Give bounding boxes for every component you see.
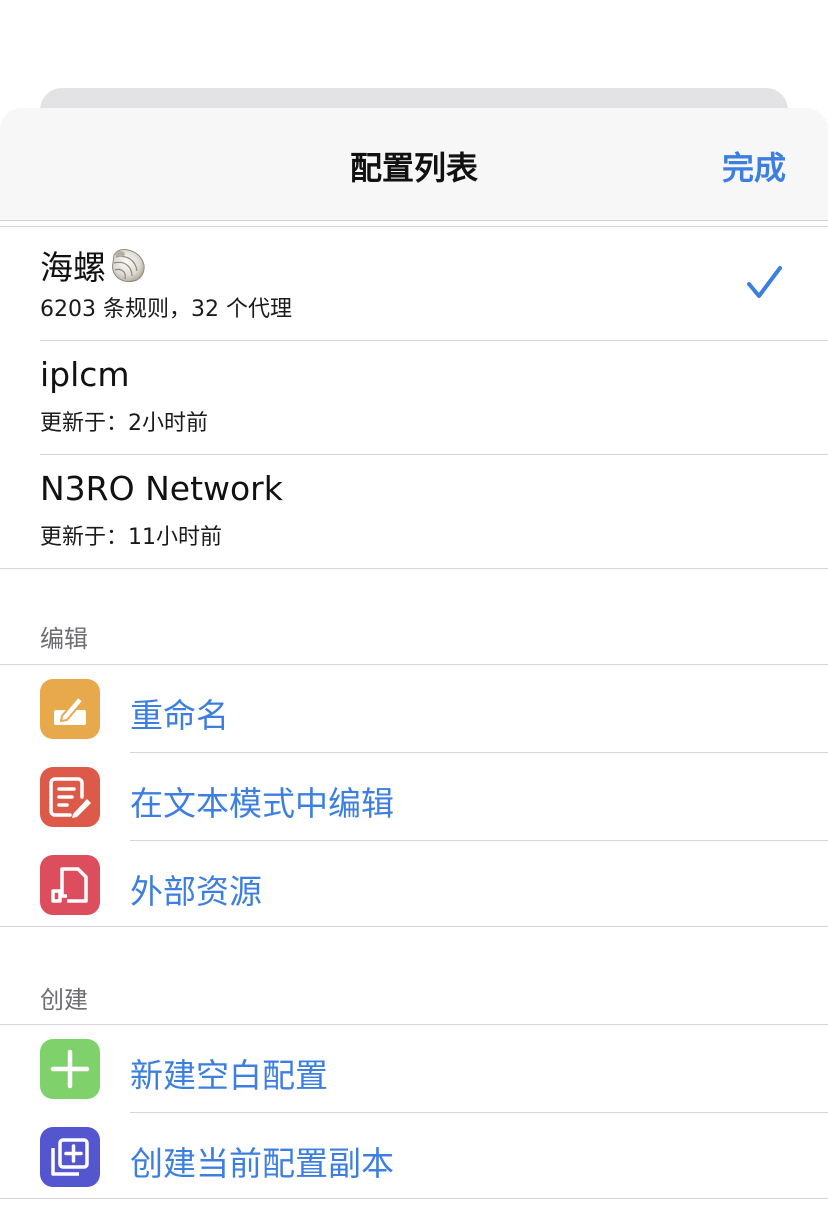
rename-label: 重命名	[130, 696, 229, 735]
divider	[0, 1198, 828, 1199]
duplicate-icon	[40, 1127, 100, 1187]
new-blank-profile-button[interactable]: 新建空白配置	[0, 1025, 828, 1113]
page-title: 配置列表	[349, 149, 478, 187]
edit-in-text-mode-button[interactable]: 在文本模式中编辑	[0, 753, 828, 841]
duplicate-profile-label: 创建当前配置副本	[130, 1144, 394, 1183]
profile-row-iplcm[interactable]: iplcm 更新于：2小时前	[0, 341, 828, 455]
navigation-bar: 配置列表 完成	[0, 108, 828, 221]
shell-emoji-icon	[108, 245, 148, 285]
divider	[0, 568, 828, 569]
profile-subtitle: 更新于：2小时前	[40, 411, 208, 436]
divider	[0, 926, 828, 927]
checkmark-icon	[747, 266, 782, 298]
text-edit-icon	[40, 767, 100, 827]
edit-in-text-mode-label: 在文本模式中编辑	[130, 784, 394, 823]
external-resources-button[interactable]: 外部资源	[0, 841, 828, 929]
done-button[interactable]: 完成	[722, 143, 786, 189]
external-resources-label: 外部资源	[130, 872, 262, 911]
section-header-create: 创建	[40, 986, 88, 1014]
profile-row-hailuo[interactable]: 海螺 6203 条规则，32 个代理	[0, 227, 828, 341]
rename-pencil-icon	[40, 679, 100, 739]
profile-subtitle: 6203 条规则，32 个代理	[40, 297, 292, 322]
plus-icon	[40, 1039, 100, 1099]
external-resource-icon	[40, 855, 100, 915]
profile-name: N3RO Network	[40, 469, 283, 508]
screen: 配置列表 完成 海螺 6203 条规则，32 个代理 iplcm 更新于：2小时…	[0, 0, 828, 1222]
profile-subtitle: 更新于：11小时前	[40, 525, 222, 550]
profile-name: iplcm	[40, 355, 130, 394]
new-blank-profile-label: 新建空白配置	[130, 1056, 328, 1095]
rename-button[interactable]: 重命名	[0, 665, 828, 753]
duplicate-profile-button[interactable]: 创建当前配置副本	[0, 1113, 828, 1201]
section-header-edit: 编辑	[40, 625, 88, 653]
profile-list-sheet: 配置列表 完成 海螺 6203 条规则，32 个代理 iplcm 更新于：2小时…	[0, 108, 828, 1222]
profile-name: 海螺	[40, 248, 106, 287]
profile-name-wrapper: 海螺	[40, 241, 148, 289]
profile-row-n3ro[interactable]: N3RO Network 更新于：11小时前	[0, 455, 828, 569]
